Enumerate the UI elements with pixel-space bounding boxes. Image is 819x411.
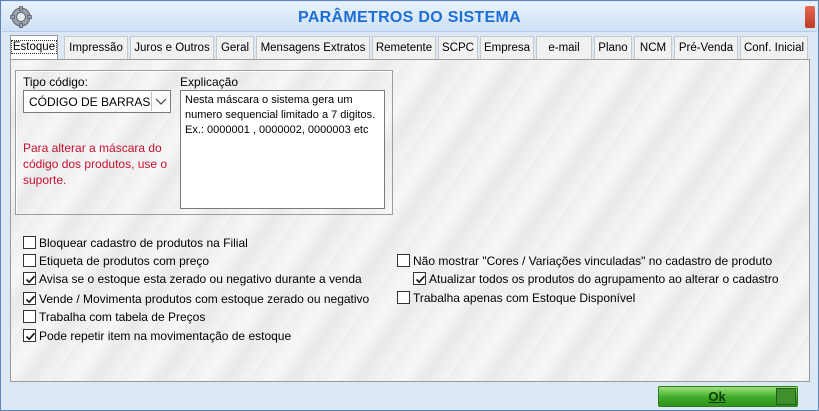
checkbox[interactable] bbox=[23, 272, 36, 285]
tipo-codigo-value: CÓDIGO DE BARRAS bbox=[29, 95, 151, 109]
checkbox[interactable] bbox=[397, 254, 410, 267]
check-icon bbox=[415, 275, 426, 284]
close-button[interactable] bbox=[805, 6, 815, 28]
tipo-codigo-label: Tipo código: bbox=[23, 75, 88, 89]
chevron-down-icon[interactable] bbox=[151, 92, 169, 111]
check-icon bbox=[25, 275, 36, 284]
tab-mensagens-extratos[interactable]: Mensagens Extratos bbox=[256, 36, 370, 59]
tab-scpc[interactable]: SCPC bbox=[438, 36, 478, 59]
checkbox[interactable] bbox=[23, 310, 36, 323]
explicacao-label: Explicação bbox=[180, 75, 239, 89]
tab-conf-inicial[interactable]: Conf. Inicial bbox=[740, 36, 808, 59]
tab-e-mail[interactable]: e-mail bbox=[536, 36, 592, 59]
ok-button[interactable]: Ok bbox=[658, 386, 798, 407]
title-bar: PARÂMETROS DO SISTEMA bbox=[2, 2, 817, 32]
parametros-window: PARÂMETROS DO SISTEMA Estoque Impressão … bbox=[0, 0, 819, 411]
tipo-codigo-select[interactable]: CÓDIGO DE BARRAS bbox=[23, 90, 171, 113]
exit-door-icon bbox=[776, 388, 796, 405]
mask-note: Para alterar a máscara do código dos pro… bbox=[23, 141, 168, 187]
checkbox[interactable] bbox=[413, 272, 426, 285]
ok-button-label: Ok bbox=[708, 389, 726, 404]
window-title: PARÂMETROS DO SISTEMA bbox=[298, 9, 521, 26]
checkbox[interactable] bbox=[397, 291, 410, 304]
checkbox[interactable] bbox=[23, 236, 36, 249]
tab-ncm[interactable]: NCM bbox=[634, 36, 672, 59]
tab-geral[interactable]: Geral bbox=[216, 36, 254, 59]
checkbox[interactable] bbox=[23, 254, 36, 267]
tab-estoque[interactable]: Estoque bbox=[10, 35, 58, 60]
check-icon bbox=[25, 332, 36, 341]
tab-plano[interactable]: Plano bbox=[594, 36, 632, 59]
tab-remetente[interactable]: Remetente bbox=[372, 36, 436, 59]
tab-juros-e-outros[interactable]: Juros e Outros bbox=[130, 36, 214, 59]
check-icon bbox=[25, 295, 36, 304]
tab-pre-venda[interactable]: Pré-Venda bbox=[674, 36, 738, 59]
tab-impressao[interactable]: Impressão bbox=[64, 36, 128, 59]
checkbox[interactable] bbox=[23, 292, 36, 305]
explicacao-textarea[interactable]: Nesta máscara o sistema gera um numero s… bbox=[180, 90, 385, 209]
checkbox[interactable] bbox=[23, 329, 36, 342]
tab-bar: Estoque Impressão Juros e Outros Geral M… bbox=[10, 35, 810, 60]
tab-empresa[interactable]: Empresa bbox=[480, 36, 534, 59]
